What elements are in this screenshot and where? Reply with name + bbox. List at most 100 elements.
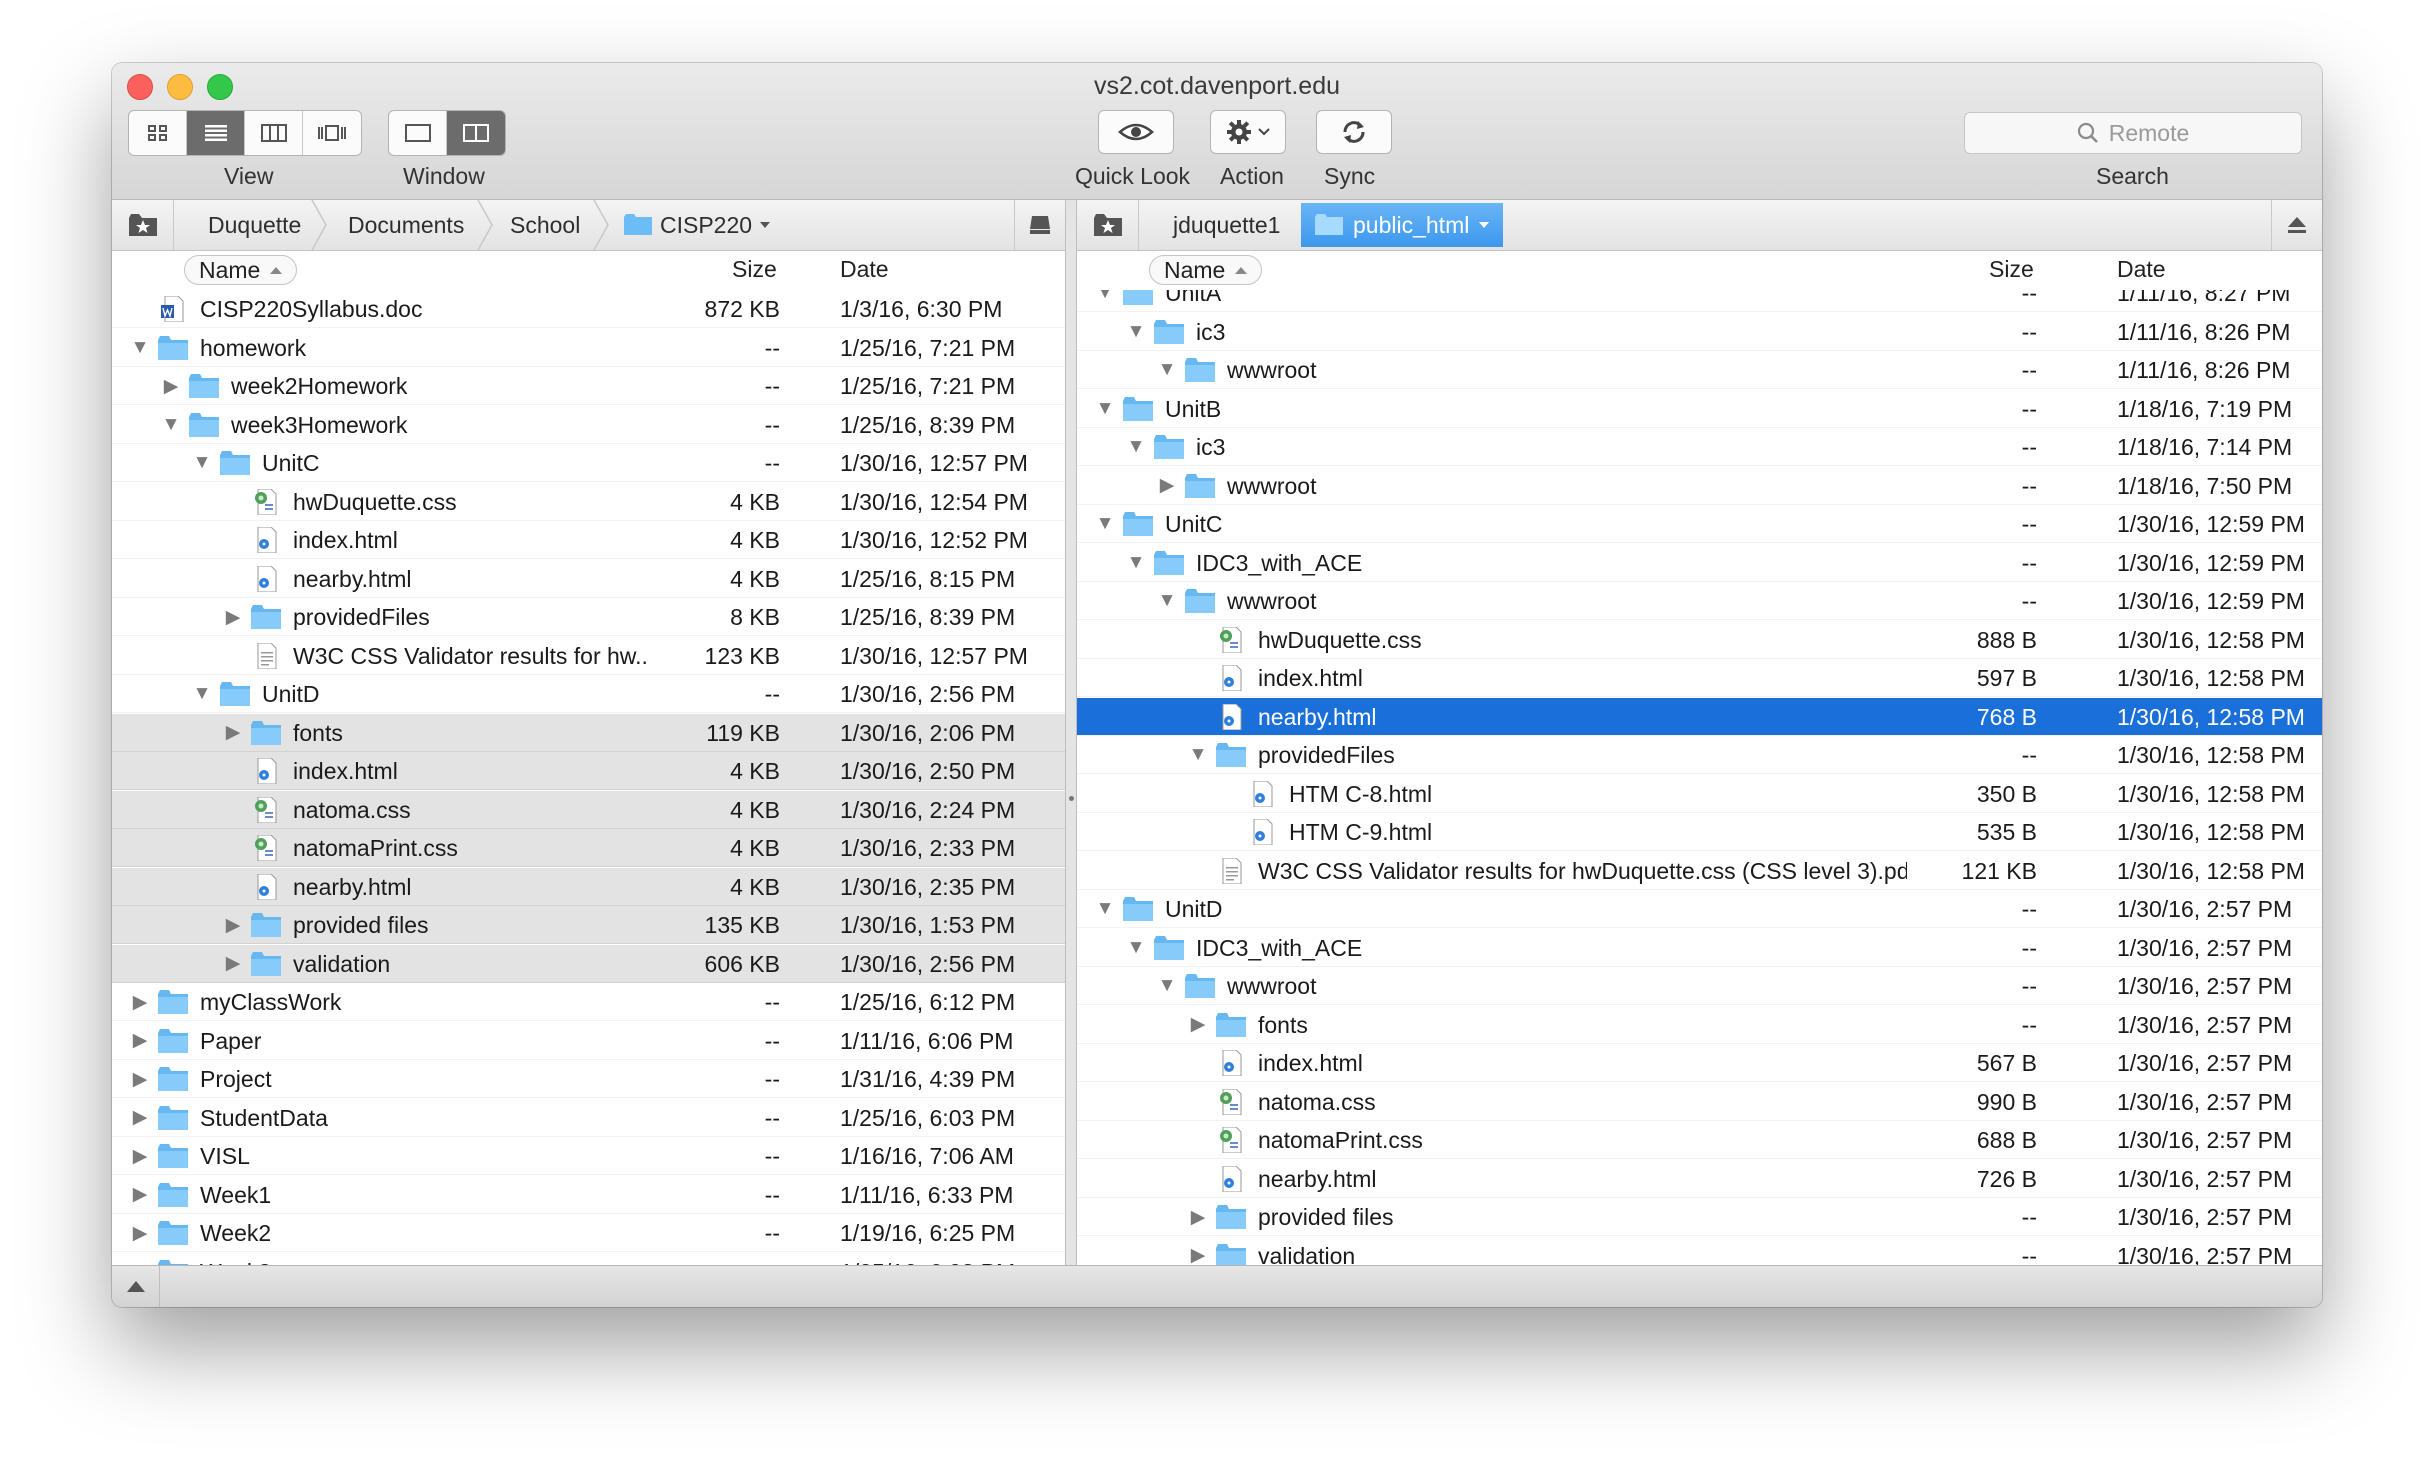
file-row[interactable]: ▼ UnitC -- 1/30/16, 12:57 PM (112, 444, 1065, 482)
breadcrumb-documents[interactable]: Documents (348, 200, 464, 250)
file-row[interactable]: ▶ provided files 135 KB 1/30/16, 1:53 PM (112, 906, 1065, 944)
disclosure-open-icon[interactable]: ▼ (159, 406, 183, 444)
sync-button[interactable] (1316, 110, 1392, 154)
file-row[interactable]: ▶ Week1 -- 1/11/16, 6:33 PM (112, 1176, 1065, 1214)
size-column-header[interactable]: Size (1989, 256, 2034, 283)
date-column-header[interactable]: Date (2117, 256, 2166, 283)
view-mode-control[interactable] (128, 110, 362, 156)
disclosure-open-icon[interactable]: ▼ (128, 329, 152, 367)
disclosure-closed-icon[interactable]: ▶ (1155, 467, 1179, 505)
disclosure-open-icon[interactable]: ▼ (1124, 544, 1148, 582)
file-row[interactable]: W3C CSS Validator results for hwDuquette… (1077, 852, 2322, 890)
file-row[interactable]: ▶ Week2 -- 1/19/16, 6:25 PM (112, 1214, 1065, 1252)
file-row[interactable]: ▶ providedFiles 8 KB 1/25/16, 8:39 PM (112, 598, 1065, 636)
pane-splitter[interactable] (1065, 200, 1077, 1265)
file-row[interactable]: ▼ UnitD -- 1/30/16, 2:56 PM (112, 675, 1065, 713)
search-field[interactable]: Remote (1964, 112, 2302, 154)
file-row[interactable]: nearby.html 768 B 1/30/16, 12:58 PM (1077, 697, 2322, 736)
local-drive-button[interactable] (1014, 200, 1065, 250)
action-button[interactable] (1210, 110, 1286, 154)
file-row[interactable]: hwDuquette.css 4 KB 1/30/16, 12:54 PM (112, 483, 1065, 521)
file-row[interactable]: ▼ UnitB -- 1/18/16, 7:19 PM (1077, 390, 2322, 428)
date-column-header[interactable]: Date (840, 256, 889, 283)
file-row[interactable]: ▶ fonts 119 KB 1/30/16, 2:06 PM (112, 713, 1065, 752)
file-row[interactable]: ▶ VISL -- 1/16/16, 7:06 AM (112, 1137, 1065, 1175)
cover-flow-button[interactable] (303, 111, 361, 155)
favorites-button[interactable] (1077, 200, 1139, 250)
disclosure-closed-icon[interactable]: ▶ (128, 1176, 152, 1214)
file-row[interactable]: ▶ validation 606 KB 1/30/16, 2:56 PM (112, 944, 1065, 983)
file-row[interactable]: ▶ Week3-- 1/25/16, 6:08 PM (112, 1253, 1065, 1265)
file-row[interactable]: ▼ IDC3_with_ACE -- 1/30/16, 12:59 PM (1077, 544, 2322, 582)
breadcrumb-public-html[interactable]: public_html (1301, 203, 1504, 247)
disclosure-closed-icon[interactable]: ▶ (221, 714, 245, 752)
disclosure-open-icon[interactable]: ▼ (1155, 351, 1179, 389)
disclosure-closed-icon[interactable]: ▶ (159, 367, 183, 405)
disclosure-open-icon[interactable]: ▼ (1093, 390, 1117, 428)
disclosure-closed-icon[interactable]: ▶ (128, 1253, 152, 1265)
file-row[interactable]: HTM C-8.html 350 B 1/30/16, 12:58 PM (1077, 775, 2322, 813)
file-row[interactable]: ▼ UnitD -- 1/30/16, 2:57 PM (1077, 890, 2322, 928)
disclosure-open-icon[interactable]: ▼ (1093, 505, 1117, 543)
eject-button[interactable] (2271, 200, 2322, 250)
window-mode-control[interactable] (388, 110, 506, 156)
file-row[interactable]: nearby.html 726 B 1/30/16, 2:57 PM (1077, 1160, 2322, 1198)
disclosure-closed-icon[interactable]: ▶ (128, 1137, 152, 1175)
disclosure-closed-icon[interactable]: ▶ (221, 906, 245, 944)
quick-look-button[interactable] (1098, 110, 1174, 154)
file-row[interactable]: natoma.css 990 B 1/30/16, 2:57 PM (1077, 1083, 2322, 1121)
disclosure-closed-icon[interactable]: ▶ (128, 1060, 152, 1098)
file-row[interactable]: HTM C-9.html 535 B 1/30/16, 12:58 PM (1077, 813, 2322, 851)
file-row[interactable]: ▼ wwwroot -- 1/30/16, 12:59 PM (1077, 582, 2322, 620)
file-row[interactable]: ▼ wwwroot -- 1/11/16, 8:26 PM (1077, 351, 2322, 389)
disclosure-open-icon[interactable]: ▼ (190, 675, 214, 713)
disclosure-closed-icon[interactable]: ▶ (1186, 1237, 1210, 1265)
file-row[interactable]: ▼ ic3 -- 1/18/16, 7:14 PM (1077, 428, 2322, 466)
file-row[interactable]: natomaPrint.css 4 KB 1/30/16, 2:33 PM (112, 829, 1065, 867)
list-view-button[interactable] (187, 111, 245, 155)
file-row[interactable]: index.html 4 KB 1/30/16, 2:50 PM (112, 752, 1065, 790)
file-row[interactable]: CISP220Syllabus.doc 872 KB 1/3/16, 6:30 PM (112, 290, 1065, 328)
file-row[interactable]: ▼ week3Homework -- 1/25/16, 8:39 PM (112, 406, 1065, 444)
disclosure-open-icon[interactable]: ▼ (1093, 290, 1117, 312)
favorites-button[interactable] (112, 200, 174, 250)
disclosure-open-icon[interactable]: ▼ (1124, 929, 1148, 967)
disclosure-closed-icon[interactable]: ▶ (1186, 1198, 1210, 1236)
disclosure-open-icon[interactable]: ▼ (1155, 967, 1179, 1005)
single-pane-button[interactable] (389, 111, 447, 155)
file-row[interactable]: ▶ StudentData -- 1/25/16, 6:03 PM (112, 1099, 1065, 1137)
file-row[interactable]: hwDuquette.css 888 B 1/30/16, 12:58 PM (1077, 621, 2322, 659)
file-row[interactable]: ▶ Project -- 1/31/16, 4:39 PM (112, 1060, 1065, 1098)
disclosure-open-icon[interactable]: ▼ (1124, 428, 1148, 466)
transfers-toggle-icon[interactable] (126, 1279, 146, 1293)
name-column-header[interactable]: Name (184, 255, 298, 285)
file-row[interactable]: ▼ homework -- 1/25/16, 7:21 PM (112, 329, 1065, 367)
file-row[interactable]: ▶ week2Homework -- 1/25/16, 7:21 PM (112, 367, 1065, 405)
breadcrumb-cisp220[interactable]: CISP220 (624, 200, 771, 250)
file-row[interactable]: index.html 567 B 1/30/16, 2:57 PM (1077, 1044, 2322, 1082)
file-row[interactable]: ▼ providedFiles -- 1/30/16, 12:58 PM (1077, 736, 2322, 774)
file-row[interactable]: ▶ myClassWork -- 1/25/16, 6:12 PM (112, 983, 1065, 1021)
disclosure-open-icon[interactable]: ▼ (1124, 313, 1148, 351)
file-row[interactable]: ▶ wwwroot -- 1/18/16, 7:50 PM (1077, 467, 2322, 505)
disclosure-open-icon[interactable]: ▼ (1155, 582, 1179, 620)
file-row[interactable]: ▼ ic3 -- 1/11/16, 8:26 PM (1077, 313, 2322, 351)
disclosure-closed-icon[interactable]: ▶ (1186, 1006, 1210, 1044)
file-row[interactable]: ▼ wwwroot -- 1/30/16, 2:57 PM (1077, 967, 2322, 1005)
file-row[interactable]: ▶ Paper -- 1/11/16, 6:06 PM (112, 1022, 1065, 1060)
file-row[interactable]: ▼ IDC3_with_ACE -- 1/30/16, 2:57 PM (1077, 929, 2322, 967)
breadcrumb-school[interactable]: School (510, 200, 580, 250)
disclosure-closed-icon[interactable]: ▶ (128, 1022, 152, 1060)
file-row[interactable]: nearby.html 4 KB 1/30/16, 2:35 PM (112, 867, 1065, 906)
column-view-button[interactable] (245, 111, 303, 155)
icon-view-button[interactable] (129, 111, 187, 155)
file-row[interactable]: W3C CSS Validator results for hw... 123 K… (112, 637, 1065, 675)
disclosure-closed-icon[interactable]: ▶ (221, 598, 245, 636)
file-row[interactable]: natoma.css 4 KB 1/30/16, 2:24 PM (112, 790, 1065, 829)
disclosure-open-icon[interactable]: ▼ (190, 444, 214, 482)
size-column-header[interactable]: Size (732, 256, 777, 283)
disclosure-closed-icon[interactable]: ▶ (221, 945, 245, 983)
file-row[interactable]: index.html 4 KB 1/30/16, 12:52 PM (112, 521, 1065, 559)
disclosure-closed-icon[interactable]: ▶ (128, 983, 152, 1021)
file-row[interactable]: index.html 597 B 1/30/16, 12:58 PM (1077, 659, 2322, 697)
